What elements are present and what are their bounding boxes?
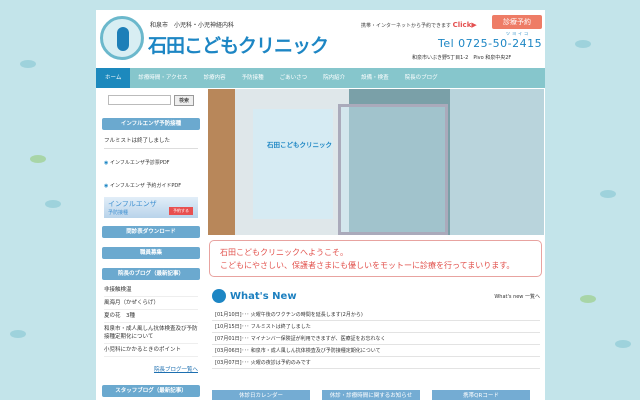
download-button[interactable]: 問診表ダウンロード [102,226,200,238]
nav-blog[interactable]: 院長のブログ [397,68,446,88]
fish-decoration [575,40,591,48]
nav-services[interactable]: 診療内容 [196,68,234,88]
holiday-calendar-button[interactable]: 休診日カレンダー [212,390,310,400]
welcome-box: 石田こどもクリニックへようこそ。 こどもにやさしい、保護者さまにも優しいをモット… [209,240,542,277]
photo-wall: 石田こどもクリニック [253,109,333,219]
whats-new-icon [212,289,226,303]
bottom-buttons: 休診日カレンダー 休診・診療時間に関するお知らせ 携帯QRコード [212,390,530,400]
search-input[interactable] [108,95,171,105]
blog-more-link[interactable]: 院長ブログ一覧へ [104,365,198,373]
page: 和泉市 小児科・小児神経内科 石田こどもクリニック 携帯・インターネットから予約… [96,10,545,400]
fish-decoration [580,295,596,303]
blog-item[interactable]: 夏の花 3種 [104,310,198,323]
search-form: 検索 [108,95,206,106]
fish-decoration [615,340,631,348]
influenza-header: インフルエンザ予防接種 [102,118,200,130]
address: 和泉市いぶき野5丁目1-2 Pivo 和泉中央2F [412,55,512,61]
nav-home[interactable]: ホーム [96,68,131,88]
sidebar: 検索 インフルエンザ予防接種 フルミストは終了しました ◉ インフルエンザ予診票… [96,89,206,397]
blog-item[interactable]: 非接触検温 [104,284,198,297]
influenza-banner[interactable]: インフルエンザ 予防接種 予約する [104,197,198,218]
influenza-text: フルミストは終了しました [104,136,198,149]
search-button[interactable]: 検索 [174,95,194,106]
blog-header: 院長のブログ（最新記事） [102,268,200,280]
nav-vaccination[interactable]: 予防接種 [234,68,272,88]
telephone: Tel 0725-50-2415 [438,37,543,50]
qr-code-button[interactable]: 携帯QRコード [432,390,530,400]
circle-arrow-icon: ◉ [104,160,109,166]
header: 和泉市 小児科・小児神経内科 石田こどもクリニック 携帯・インターネットから予約… [96,10,545,68]
fish-decoration [30,155,46,163]
nav-facility[interactable]: 院内紹介 [315,68,353,88]
banner-reserve: 予約する [169,207,193,215]
blog-item[interactable]: 和泉市・成人風しん抗体検査及び予防接種定期化について [104,323,198,344]
fish-decoration [45,200,61,208]
pdf1-label: インフルエンザ予診票PDF [109,160,170,166]
news-item[interactable]: [01月10日]･･･ 火曜午後のワクチンの時間を延長します(2月から) [212,309,540,321]
hours-notice-button[interactable]: 休診・診療時間に関するお知らせ [322,390,420,400]
news-list: [01月10日]･･･ 火曜午後のワクチンの時間を延長します(2月から) [10… [212,309,540,369]
blog-item[interactable]: 風海月（かぜくらげ） [104,297,198,310]
clinic-logo[interactable] [100,16,144,60]
nav-equipment[interactable]: 設備・検査 [353,68,397,88]
clinic-photo: 石田こどもクリニック [208,89,544,235]
reserve-note: 携帯・インターネットから予約できます Click▶ [361,21,477,29]
clinic-name[interactable]: 石田こどもクリニック [148,31,329,58]
main-nav: ホーム 診療時間・アクセス 診療内容 予防接種 ごあいさつ 院内紹介 設備・検査… [96,68,545,88]
nav-greeting[interactable]: ごあいさつ [272,68,316,88]
fish-decoration [600,190,616,198]
whats-new-header: What's New What's new 一覧へ [208,289,544,303]
fish-decoration [10,330,26,338]
news-item[interactable]: [10月15日]･･･ フルミストは終了しました [212,321,540,333]
fish-decoration [20,60,36,68]
nav-hours-access[interactable]: 診療時間・アクセス [130,68,195,88]
photo-door [338,104,448,235]
pdf-link-questionnaire[interactable]: ◉ インフルエンザ予診票PDF [104,159,198,166]
reserve-note-text: 携帯・インターネットから予約できます [361,23,452,29]
news-item[interactable]: [07月01日]･･･ マイナンバー保険証が利用できますが、医療証をお忘れなく [212,333,540,345]
pdf-link-guide[interactable]: ◉ インフルエンザ 予約ガイドPDF [104,182,198,189]
subtitle: 和泉市 小児科・小児神経内科 [150,22,235,29]
welcome-line1: 石田こどもクリニックへようこそ。 [220,248,348,257]
whats-new-title: What's New [230,290,297,302]
whats-new-more-link[interactable]: What's new 一覧へ [494,293,540,300]
welcome-line2: こどもにやさしい、保護者さまにも優しいをモットーに診療を行ってまいります。 [220,261,515,270]
blog-item[interactable]: 小児科にかかるときのポイント [104,344,198,357]
reserve-button[interactable]: 診療予約 [492,15,542,29]
news-item[interactable]: [03月07日]･･･ 火曜の夜診は予約のみです [212,357,540,369]
photo-sign: 石田こどもクリニック [267,141,332,149]
pdf2-label: インフルエンザ 予約ガイドPDF [109,183,182,189]
news-item[interactable]: [03月06日]･･･ 和泉市・成人風しん抗体検査及び予防接種定期化について [212,345,540,357]
circle-arrow-icon: ◉ [104,183,109,189]
click-link[interactable]: Click▶ [453,21,477,29]
main-content: 石田こどもクリニック 石田こどもクリニックへようこそ。 こどもにやさしい、保護者… [208,89,544,400]
recruit-button[interactable]: 職員募集 [102,247,200,259]
staff-blog-header: スタッフブログ（最新記事） [102,385,200,397]
